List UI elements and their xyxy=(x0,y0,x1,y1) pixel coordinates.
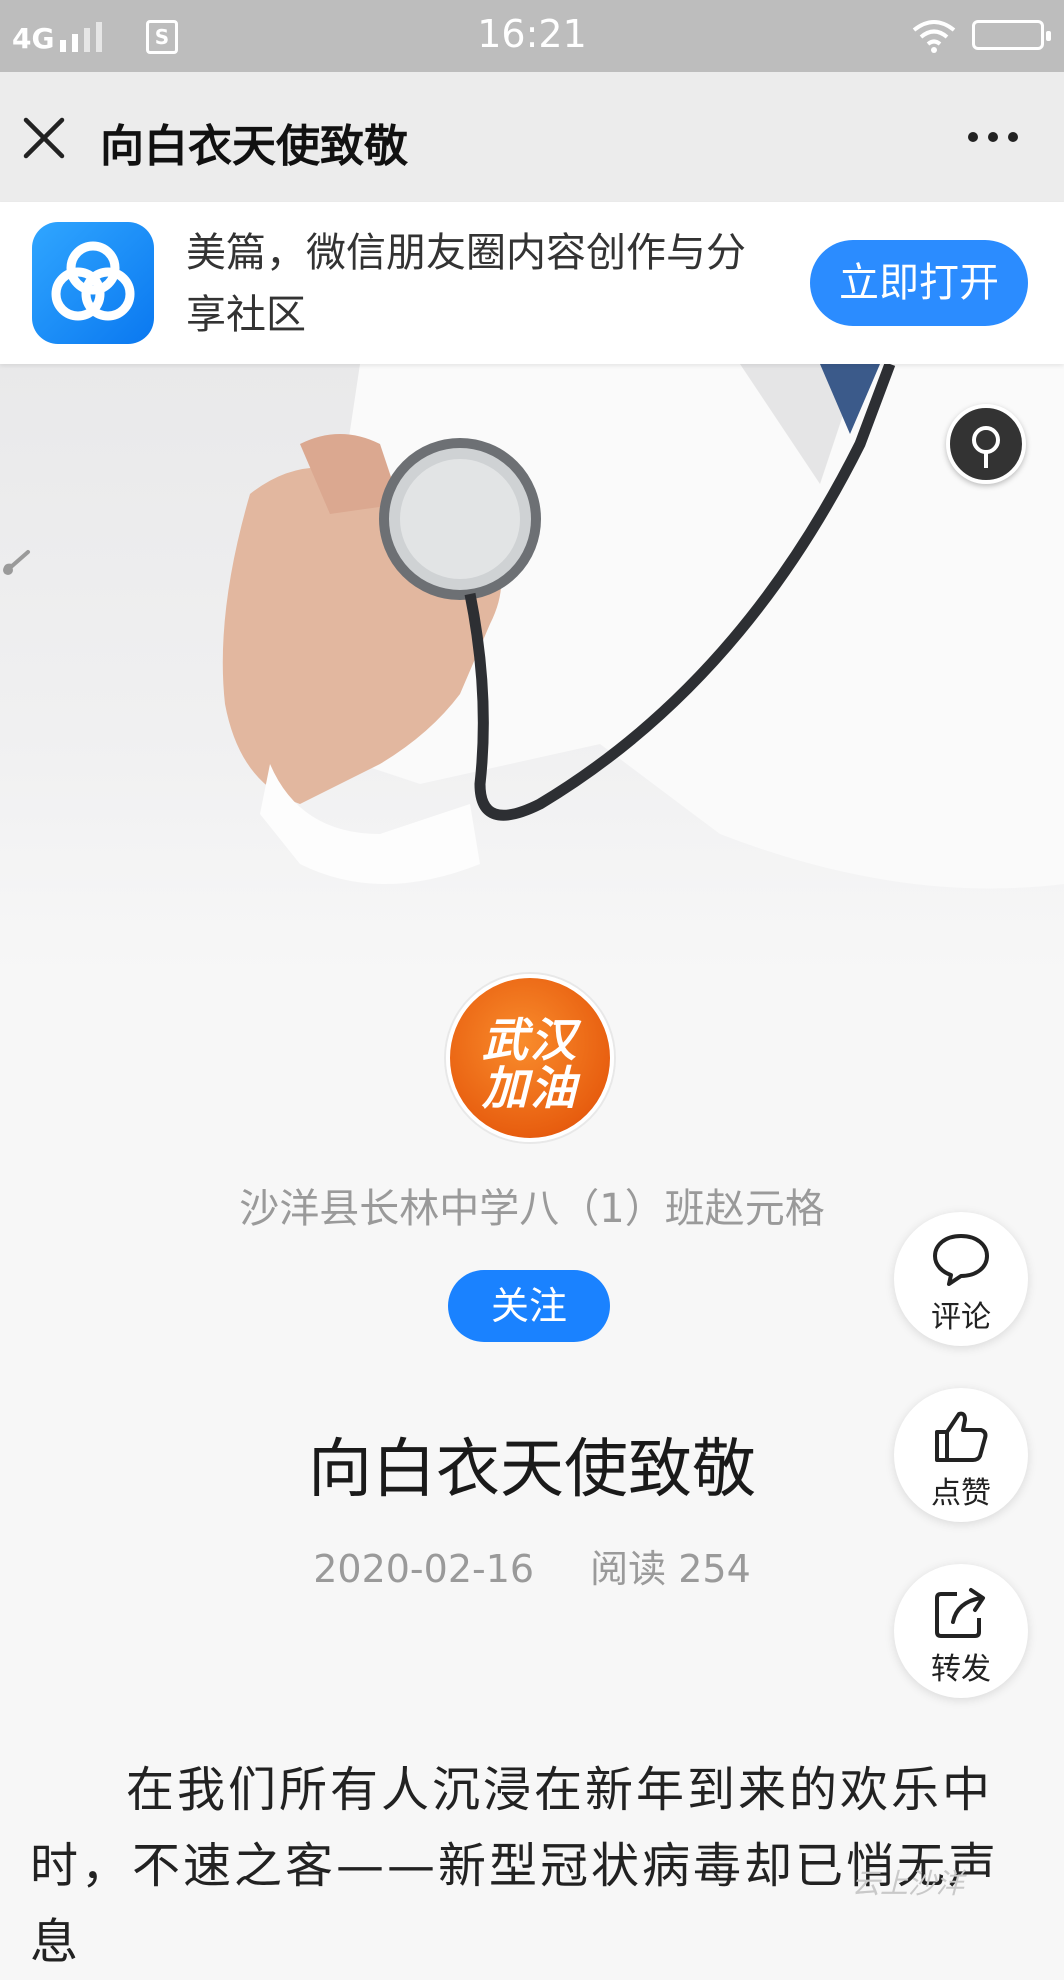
clock: 16:21 xyxy=(477,12,587,56)
more-icon[interactable] xyxy=(960,122,1030,152)
app-description: 美篇，微信朋友圈内容创作与分享社区 xyxy=(186,230,746,338)
author-name[interactable]: 沙洋县长林中学八（1）班赵元格 xyxy=(0,1176,1064,1234)
comment-icon xyxy=(933,1234,989,1286)
close-icon[interactable] xyxy=(20,114,68,162)
article-meta: 2020-02-16 阅读 254 xyxy=(0,1538,1064,1593)
wifi-icon xyxy=(912,20,956,53)
cover-image xyxy=(0,364,1064,974)
page-title: 向白衣天使致敬 xyxy=(100,121,408,172)
author-avatar[interactable]: 武汉 加油 xyxy=(446,974,614,1142)
status-bar: 4G S 16:21 xyxy=(0,0,1064,72)
share-button[interactable]: 转发 xyxy=(894,1564,1028,1698)
comment-button[interactable]: 评论 xyxy=(894,1212,1028,1346)
music-note-icon xyxy=(3,550,30,575)
share-icon xyxy=(935,1588,985,1638)
thumbs-up-icon xyxy=(935,1411,988,1462)
open-app-button[interactable]: 立即打开 xyxy=(810,240,1028,326)
app-banner: 美篇，微信朋友圈内容创作与分享社区 立即打开 xyxy=(0,202,1064,364)
like-button[interactable]: 点赞 xyxy=(894,1388,1028,1522)
music-button[interactable] xyxy=(946,404,1026,484)
read-count: 阅读 254 xyxy=(590,1547,751,1591)
avatar-text-line1: 武汉 xyxy=(482,1013,578,1067)
nav-bar: 向白衣天使致敬 xyxy=(0,72,1064,202)
publish-date: 2020-02-16 xyxy=(313,1547,535,1591)
share-label: 转发 xyxy=(931,1652,991,1687)
avatar-text-line2: 加油 xyxy=(482,1061,578,1115)
like-label: 点赞 xyxy=(931,1476,991,1511)
battery-icon xyxy=(972,20,1051,50)
comment-label: 评论 xyxy=(931,1300,991,1335)
watermark: 云上沙洋 xyxy=(852,1867,965,1900)
app-logo-icon[interactable] xyxy=(32,222,154,344)
follow-button[interactable]: 关注 xyxy=(448,1270,610,1342)
